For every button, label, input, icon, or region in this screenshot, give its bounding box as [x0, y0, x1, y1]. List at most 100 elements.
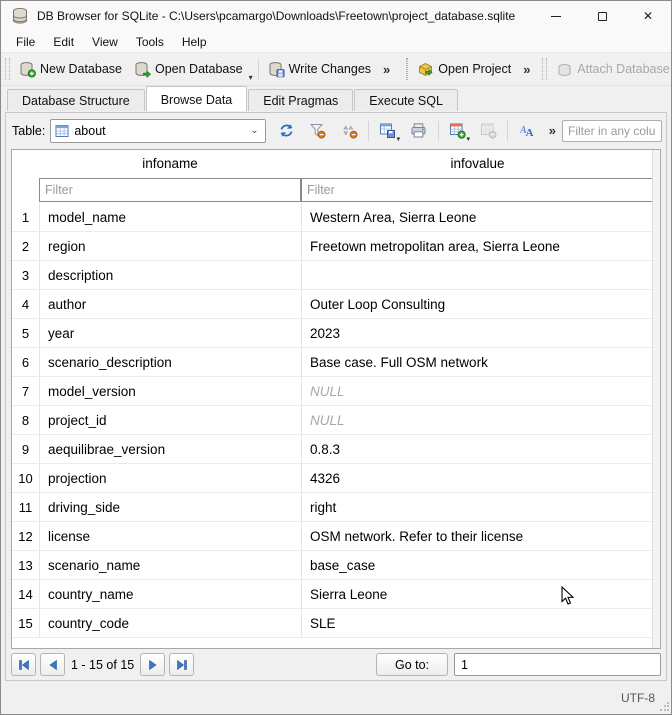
- row-number[interactable]: 8: [12, 413, 39, 428]
- cell-infoname[interactable]: license: [39, 522, 301, 550]
- clear-sorting-button[interactable]: [336, 118, 361, 144]
- table-row[interactable]: 12 license OSM network. Refer to their l…: [12, 522, 660, 551]
- cell-infoname[interactable]: aequilibrae_version: [39, 435, 301, 463]
- filter-infoname-input[interactable]: [39, 178, 301, 202]
- last-page-button[interactable]: [169, 653, 194, 676]
- table-row[interactable]: 14 country_name Sierra Leone: [12, 580, 660, 609]
- open-database-button[interactable]: Open Database: [128, 57, 249, 82]
- cell-infoname[interactable]: projection: [39, 464, 301, 492]
- table-row[interactable]: 2 region Freetown metropolitan area, Sie…: [12, 232, 660, 261]
- menu-tools[interactable]: Tools: [127, 33, 173, 51]
- cell-infovalue[interactable]: 0.8.3: [301, 435, 654, 463]
- filter-infovalue-input[interactable]: [301, 178, 654, 202]
- row-number[interactable]: 2: [12, 239, 39, 254]
- table-row[interactable]: 9 aequilibrae_version 0.8.3: [12, 435, 660, 464]
- encoding-indicator[interactable]: UTF-8: [621, 691, 655, 705]
- tab-database-structure[interactable]: Database Structure: [7, 89, 145, 111]
- cell-infoname[interactable]: model_version: [39, 377, 301, 405]
- column-header-infovalue[interactable]: infovalue: [301, 156, 654, 171]
- toolbar-overflow-icon[interactable]: »: [377, 62, 396, 77]
- cell-infoname[interactable]: country_code: [39, 609, 301, 637]
- row-number[interactable]: 9: [12, 442, 39, 457]
- save-results-button[interactable]: ▾: [375, 118, 400, 144]
- write-changes-button[interactable]: Write Changes: [262, 57, 377, 82]
- font-settings-button[interactable]: A A: [514, 118, 539, 144]
- row-number[interactable]: 10: [12, 471, 39, 486]
- print-button[interactable]: [406, 118, 431, 144]
- cell-infovalue[interactable]: OSM network. Refer to their license: [301, 522, 654, 550]
- goto-record-input[interactable]: [454, 653, 661, 676]
- cell-infovalue[interactable]: base_case: [301, 551, 654, 579]
- cell-infoname[interactable]: year: [39, 319, 301, 347]
- row-number[interactable]: 15: [12, 616, 39, 631]
- table-row[interactable]: 7 model_version NULL: [12, 377, 660, 406]
- table-row[interactable]: 15 country_code SLE: [12, 609, 660, 638]
- column-header-infoname[interactable]: infoname: [39, 156, 301, 171]
- table-row[interactable]: 11 driving_side right: [12, 493, 660, 522]
- title-bar[interactable]: DB Browser for SQLite - C:\Users\pcamarg…: [1, 1, 671, 31]
- cell-infoname[interactable]: model_name: [39, 203, 301, 231]
- cell-infovalue[interactable]: 2023: [301, 319, 654, 347]
- cell-infovalue[interactable]: Western Area, Sierra Leone: [301, 203, 654, 231]
- cell-infovalue[interactable]: Base case. Full OSM network: [301, 348, 654, 376]
- maximize-button[interactable]: [579, 1, 625, 31]
- table-row[interactable]: 3 description: [12, 261, 660, 290]
- toolbar-grip[interactable]: [406, 58, 408, 80]
- first-page-button[interactable]: [11, 653, 36, 676]
- cell-infoname[interactable]: description: [39, 261, 301, 289]
- filter-any-column-input[interactable]: [562, 120, 662, 142]
- refresh-button[interactable]: [274, 118, 299, 144]
- tab-browse-data[interactable]: Browse Data: [146, 86, 248, 111]
- row-number[interactable]: 1: [12, 210, 39, 225]
- row-number[interactable]: 6: [12, 355, 39, 370]
- cell-infoname[interactable]: scenario_name: [39, 551, 301, 579]
- close-button[interactable]: ✕: [625, 1, 671, 31]
- cell-infoname[interactable]: region: [39, 232, 301, 260]
- attach-database-button[interactable]: Attach Database: [550, 57, 672, 82]
- toolbar-overflow-icon[interactable]: »: [517, 62, 536, 77]
- cell-infovalue[interactable]: Outer Loop Consulting: [301, 290, 654, 318]
- row-number[interactable]: 7: [12, 384, 39, 399]
- open-database-dropdown-icon[interactable]: ▾: [249, 73, 253, 82]
- clear-filters-button[interactable]: [305, 118, 330, 144]
- insert-record-button[interactable]: ▾: [445, 118, 470, 144]
- table-row[interactable]: 13 scenario_name base_case: [12, 551, 660, 580]
- previous-page-button[interactable]: [40, 653, 65, 676]
- cell-infovalue[interactable]: Sierra Leone: [301, 580, 654, 608]
- cell-infoname[interactable]: country_name: [39, 580, 301, 608]
- new-database-button[interactable]: New Database: [13, 57, 128, 82]
- cell-infoname[interactable]: author: [39, 290, 301, 318]
- resize-grip-icon[interactable]: [659, 702, 669, 712]
- cell-infovalue[interactable]: [301, 261, 654, 289]
- row-number[interactable]: 14: [12, 587, 39, 602]
- toolbar-grip[interactable]: [542, 58, 547, 80]
- row-number[interactable]: 3: [12, 268, 39, 283]
- menu-edit[interactable]: Edit: [44, 33, 83, 51]
- cell-infovalue[interactable]: NULL: [301, 377, 654, 405]
- cell-infoname[interactable]: driving_side: [39, 493, 301, 521]
- cell-infoname[interactable]: scenario_description: [39, 348, 301, 376]
- save-results-dropdown-icon[interactable]: ▾: [397, 135, 401, 143]
- tab-execute-sql[interactable]: Execute SQL: [354, 89, 458, 111]
- next-page-button[interactable]: [140, 653, 165, 676]
- controls-overflow-icon[interactable]: »: [543, 123, 562, 138]
- table-selector[interactable]: about ⌄: [50, 119, 265, 143]
- table-row[interactable]: 4 author Outer Loop Consulting: [12, 290, 660, 319]
- menu-file[interactable]: File: [7, 33, 44, 51]
- row-number[interactable]: 5: [12, 326, 39, 341]
- cell-infoname[interactable]: project_id: [39, 406, 301, 434]
- menu-help[interactable]: Help: [173, 33, 216, 51]
- delete-record-button[interactable]: [476, 118, 501, 144]
- table-row[interactable]: 5 year 2023: [12, 319, 660, 348]
- cell-infovalue[interactable]: SLE: [301, 609, 654, 637]
- cell-infovalue[interactable]: 4326: [301, 464, 654, 492]
- table-row[interactable]: 10 projection 4326: [12, 464, 660, 493]
- table-row[interactable]: 1 model_name Western Area, Sierra Leone: [12, 203, 660, 232]
- menu-view[interactable]: View: [83, 33, 127, 51]
- row-number[interactable]: 13: [12, 558, 39, 573]
- toolbar-grip[interactable]: [5, 58, 10, 80]
- cell-infovalue[interactable]: right: [301, 493, 654, 521]
- tab-edit-pragmas[interactable]: Edit Pragmas: [248, 89, 353, 111]
- insert-record-dropdown-icon[interactable]: ▾: [466, 135, 470, 143]
- row-number[interactable]: 4: [12, 297, 39, 312]
